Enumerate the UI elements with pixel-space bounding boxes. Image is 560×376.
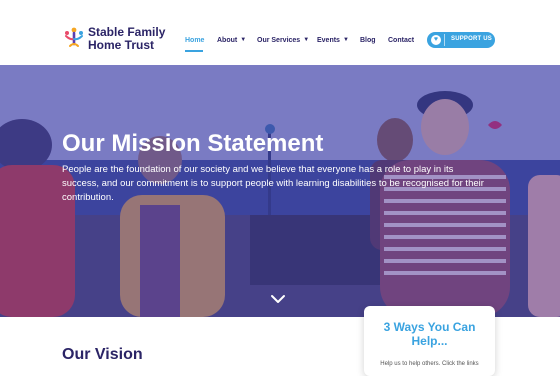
- chevron-down-icon: ▼: [342, 37, 349, 43]
- nav-item-about[interactable]: About ▼: [217, 37, 246, 44]
- vision-heading: Our Vision: [62, 346, 143, 363]
- help-card-title: 3 Ways You Can Help...: [383, 320, 476, 348]
- chevron-down-icon[interactable]: [270, 293, 286, 305]
- chevron-down-icon: ▼: [240, 37, 247, 43]
- brand-name[interactable]: Stable Family Home Trust: [88, 26, 165, 52]
- hero-title: Our Mission Statement: [62, 130, 324, 157]
- help-card-text: Help us to help others. Click the links: [380, 361, 479, 367]
- nav-item-services-label: Our Services: [257, 37, 301, 44]
- nav-item-events-label: Events: [317, 37, 340, 44]
- chevron-down-icon: ▼: [303, 37, 310, 43]
- heart-icon: ♥: [431, 35, 441, 45]
- nav-item-services[interactable]: Our Services ▼: [257, 37, 309, 44]
- support-us-button[interactable]: ♥ SUPPORT US: [427, 32, 495, 48]
- support-us-label: SUPPORT US: [451, 36, 493, 42]
- nav-item-contact[interactable]: Contact: [388, 37, 414, 44]
- nav-item-about-label: About: [217, 37, 238, 44]
- brand-name-line2[interactable]: Home Trust: [88, 39, 165, 52]
- site-header: Stable Family Home Trust Home About ▼ Our…: [0, 0, 560, 65]
- nav-item-home[interactable]: Home: [185, 37, 204, 44]
- nav-active-indicator: [185, 50, 203, 52]
- people-logo-icon[interactable]: [63, 24, 85, 48]
- help-card: 3 Ways You Can Help... Help us to help o…: [364, 306, 495, 376]
- nav-item-blog[interactable]: Blog: [360, 37, 376, 44]
- hero-text: People are the foundation of our society…: [62, 164, 484, 203]
- button-divider: [444, 34, 445, 46]
- nav-item-events[interactable]: Events ▼: [317, 37, 349, 44]
